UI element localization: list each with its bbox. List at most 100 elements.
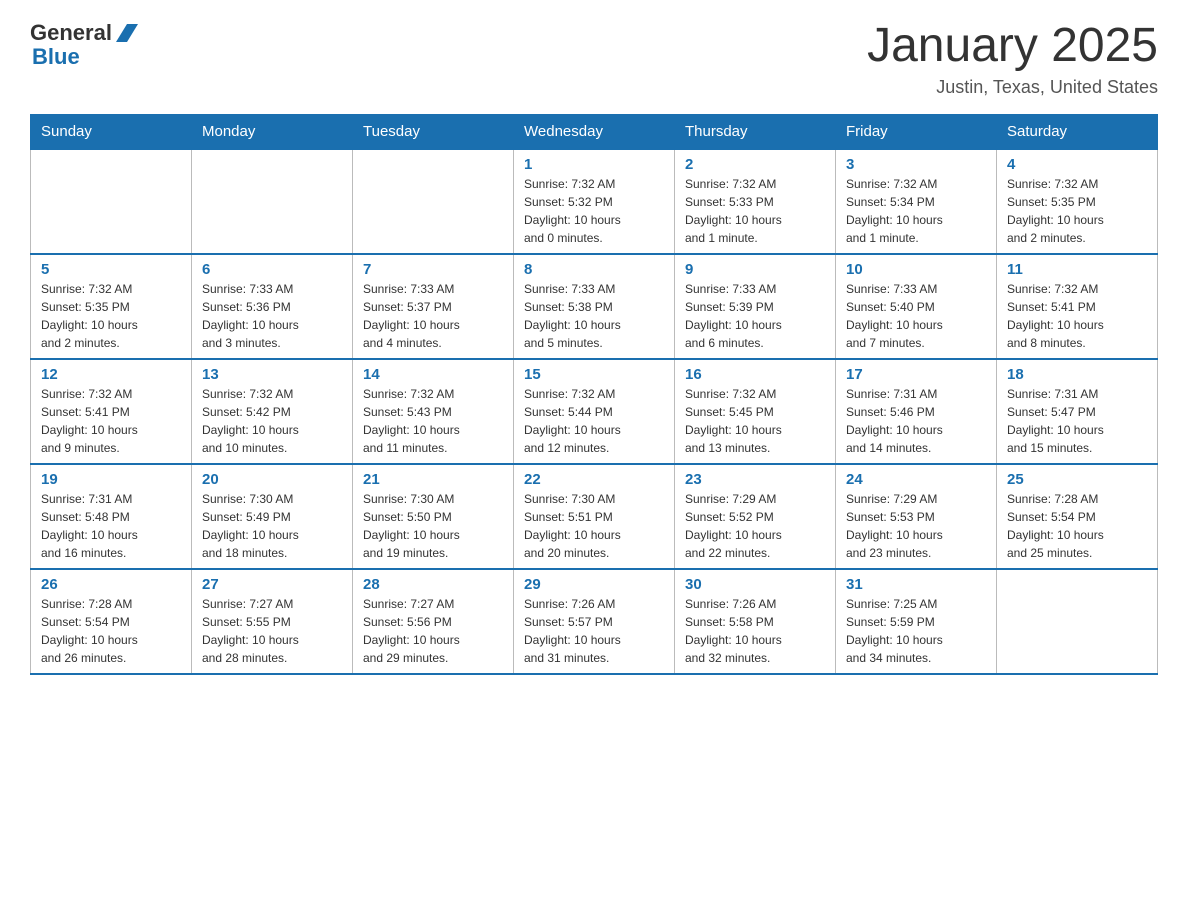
day-number: 17 bbox=[846, 366, 986, 383]
day-number: 8 bbox=[524, 261, 664, 278]
day-number: 25 bbox=[1007, 471, 1147, 488]
title-block: January 2025 Justin, Texas, United State… bbox=[867, 20, 1158, 98]
day-number: 27 bbox=[202, 576, 342, 593]
page-header: General Blue January 2025 Justin, Texas,… bbox=[30, 20, 1158, 98]
calendar-cell: 11 Sunrise: 7:32 AM Sunset: 5:41 PM Dayli… bbox=[997, 254, 1158, 359]
calendar-week-4: 19 Sunrise: 7:31 AM Sunset: 5:48 PM Dayli… bbox=[31, 464, 1158, 569]
calendar-cell: 18 Sunrise: 7:31 AM Sunset: 5:47 PM Dayli… bbox=[997, 359, 1158, 464]
calendar-header-saturday: Saturday bbox=[997, 114, 1158, 149]
day-number: 19 bbox=[41, 471, 181, 488]
calendar-cell bbox=[353, 149, 514, 254]
day-info: Sunrise: 7:32 AM Sunset: 5:32 PM Dayligh… bbox=[524, 175, 664, 247]
calendar-cell: 19 Sunrise: 7:31 AM Sunset: 5:48 PM Dayli… bbox=[31, 464, 192, 569]
logo-general: General bbox=[30, 20, 112, 46]
day-number: 29 bbox=[524, 576, 664, 593]
day-info: Sunrise: 7:33 AM Sunset: 5:38 PM Dayligh… bbox=[524, 280, 664, 352]
calendar-cell: 9 Sunrise: 7:33 AM Sunset: 5:39 PM Daylig… bbox=[675, 254, 836, 359]
day-number: 31 bbox=[846, 576, 986, 593]
day-number: 18 bbox=[1007, 366, 1147, 383]
calendar-cell: 29 Sunrise: 7:26 AM Sunset: 5:57 PM Dayli… bbox=[514, 569, 675, 674]
day-number: 20 bbox=[202, 471, 342, 488]
calendar-cell: 15 Sunrise: 7:32 AM Sunset: 5:44 PM Dayli… bbox=[514, 359, 675, 464]
day-info: Sunrise: 7:33 AM Sunset: 5:36 PM Dayligh… bbox=[202, 280, 342, 352]
calendar-cell: 28Sunrise: 7:27 AM Sunset: 5:56 PM Dayli… bbox=[353, 569, 514, 674]
day-info: Sunrise: 7:30 AM Sunset: 5:50 PM Dayligh… bbox=[363, 490, 503, 562]
day-info: Sunrise: 7:31 AM Sunset: 5:46 PM Dayligh… bbox=[846, 385, 986, 457]
day-info: Sunrise: 7:31 AM Sunset: 5:48 PM Dayligh… bbox=[41, 490, 181, 562]
day-number: 6 bbox=[202, 261, 342, 278]
day-number: 24 bbox=[846, 471, 986, 488]
month-title: January 2025 bbox=[867, 20, 1158, 73]
calendar-cell: 10 Sunrise: 7:33 AM Sunset: 5:40 PM Dayli… bbox=[836, 254, 997, 359]
calendar-cell: 17 Sunrise: 7:31 AM Sunset: 5:46 PM Dayli… bbox=[836, 359, 997, 464]
day-info: Sunrise: 7:27 AM Sunset: 5:55 PM Dayligh… bbox=[202, 595, 342, 667]
day-info: Sunrise: 7:33 AM Sunset: 5:37 PM Dayligh… bbox=[363, 280, 503, 352]
calendar-header-wednesday: Wednesday bbox=[514, 114, 675, 149]
calendar-header-row: SundayMondayTuesdayWednesdayThursdayFrid… bbox=[31, 114, 1158, 149]
day-info: Sunrise: 7:27 AM Sunset: 5:56 PM Dayligh… bbox=[363, 595, 503, 667]
day-info: Sunrise: 7:29 AM Sunset: 5:52 PM Dayligh… bbox=[685, 490, 825, 562]
calendar-week-1: 1Sunrise: 7:32 AM Sunset: 5:32 PM Daylig… bbox=[31, 149, 1158, 254]
day-info: Sunrise: 7:31 AM Sunset: 5:47 PM Dayligh… bbox=[1007, 385, 1147, 457]
day-number: 14 bbox=[363, 366, 503, 383]
day-info: Sunrise: 7:30 AM Sunset: 5:51 PM Dayligh… bbox=[524, 490, 664, 562]
day-number: 13 bbox=[202, 366, 342, 383]
day-number: 11 bbox=[1007, 261, 1147, 278]
day-info: Sunrise: 7:32 AM Sunset: 5:35 PM Dayligh… bbox=[1007, 175, 1147, 247]
day-info: Sunrise: 7:33 AM Sunset: 5:40 PM Dayligh… bbox=[846, 280, 986, 352]
day-info: Sunrise: 7:26 AM Sunset: 5:57 PM Dayligh… bbox=[524, 595, 664, 667]
calendar-cell: 20 Sunrise: 7:30 AM Sunset: 5:49 PM Dayli… bbox=[192, 464, 353, 569]
calendar-cell: 14 Sunrise: 7:32 AM Sunset: 5:43 PM Dayli… bbox=[353, 359, 514, 464]
day-info: Sunrise: 7:29 AM Sunset: 5:53 PM Dayligh… bbox=[846, 490, 986, 562]
day-number: 12 bbox=[41, 366, 181, 383]
day-info: Sunrise: 7:32 AM Sunset: 5:45 PM Dayligh… bbox=[685, 385, 825, 457]
calendar-cell: 27 Sunrise: 7:27 AM Sunset: 5:55 PM Dayli… bbox=[192, 569, 353, 674]
day-info: Sunrise: 7:32 AM Sunset: 5:43 PM Dayligh… bbox=[363, 385, 503, 457]
calendar-cell bbox=[31, 149, 192, 254]
day-info: Sunrise: 7:32 AM Sunset: 5:35 PM Dayligh… bbox=[41, 280, 181, 352]
calendar-cell: 22Sunrise: 7:30 AM Sunset: 5:51 PM Dayli… bbox=[514, 464, 675, 569]
day-info: Sunrise: 7:30 AM Sunset: 5:49 PM Dayligh… bbox=[202, 490, 342, 562]
calendar-week-2: 5Sunrise: 7:32 AM Sunset: 5:35 PM Daylig… bbox=[31, 254, 1158, 359]
calendar-cell: 2Sunrise: 7:32 AM Sunset: 5:33 PM Daylig… bbox=[675, 149, 836, 254]
calendar-cell bbox=[997, 569, 1158, 674]
day-number: 7 bbox=[363, 261, 503, 278]
day-number: 15 bbox=[524, 366, 664, 383]
calendar-cell: 6 Sunrise: 7:33 AM Sunset: 5:36 PM Daylig… bbox=[192, 254, 353, 359]
day-number: 4 bbox=[1007, 156, 1147, 173]
calendar-cell: 31 Sunrise: 7:25 AM Sunset: 5:59 PM Dayli… bbox=[836, 569, 997, 674]
calendar-cell: 24 Sunrise: 7:29 AM Sunset: 5:53 PM Dayli… bbox=[836, 464, 997, 569]
day-info: Sunrise: 7:28 AM Sunset: 5:54 PM Dayligh… bbox=[41, 595, 181, 667]
logo-blue: Blue bbox=[32, 44, 80, 70]
calendar-cell: 13 Sunrise: 7:32 AM Sunset: 5:42 PM Dayli… bbox=[192, 359, 353, 464]
day-number: 10 bbox=[846, 261, 986, 278]
calendar-week-3: 12 Sunrise: 7:32 AM Sunset: 5:41 PM Dayli… bbox=[31, 359, 1158, 464]
day-info: Sunrise: 7:32 AM Sunset: 5:41 PM Dayligh… bbox=[1007, 280, 1147, 352]
day-info: Sunrise: 7:26 AM Sunset: 5:58 PM Dayligh… bbox=[685, 595, 825, 667]
day-number: 9 bbox=[685, 261, 825, 278]
calendar-header-tuesday: Tuesday bbox=[353, 114, 514, 149]
calendar-cell: 30 Sunrise: 7:26 AM Sunset: 5:58 PM Dayli… bbox=[675, 569, 836, 674]
day-info: Sunrise: 7:32 AM Sunset: 5:42 PM Dayligh… bbox=[202, 385, 342, 457]
day-number: 30 bbox=[685, 576, 825, 593]
day-info: Sunrise: 7:32 AM Sunset: 5:44 PM Dayligh… bbox=[524, 385, 664, 457]
day-info: Sunrise: 7:32 AM Sunset: 5:33 PM Dayligh… bbox=[685, 175, 825, 247]
day-info: Sunrise: 7:28 AM Sunset: 5:54 PM Dayligh… bbox=[1007, 490, 1147, 562]
day-info: Sunrise: 7:32 AM Sunset: 5:41 PM Dayligh… bbox=[41, 385, 181, 457]
calendar-cell: 3 Sunrise: 7:32 AM Sunset: 5:34 PM Daylig… bbox=[836, 149, 997, 254]
day-info: Sunrise: 7:32 AM Sunset: 5:34 PM Dayligh… bbox=[846, 175, 986, 247]
calendar-cell: 5Sunrise: 7:32 AM Sunset: 5:35 PM Daylig… bbox=[31, 254, 192, 359]
day-number: 3 bbox=[846, 156, 986, 173]
calendar-cell: 21Sunrise: 7:30 AM Sunset: 5:50 PM Dayli… bbox=[353, 464, 514, 569]
day-info: Sunrise: 7:33 AM Sunset: 5:39 PM Dayligh… bbox=[685, 280, 825, 352]
calendar-cell: 16 Sunrise: 7:32 AM Sunset: 5:45 PM Dayli… bbox=[675, 359, 836, 464]
calendar-header-sunday: Sunday bbox=[31, 114, 192, 149]
calendar-header-thursday: Thursday bbox=[675, 114, 836, 149]
day-number: 16 bbox=[685, 366, 825, 383]
calendar-cell: 7 Sunrise: 7:33 AM Sunset: 5:37 PM Daylig… bbox=[353, 254, 514, 359]
day-info: Sunrise: 7:25 AM Sunset: 5:59 PM Dayligh… bbox=[846, 595, 986, 667]
location-title: Justin, Texas, United States bbox=[867, 77, 1158, 98]
calendar-cell: 12 Sunrise: 7:32 AM Sunset: 5:41 PM Dayli… bbox=[31, 359, 192, 464]
calendar-cell: 1Sunrise: 7:32 AM Sunset: 5:32 PM Daylig… bbox=[514, 149, 675, 254]
logo: General Blue bbox=[30, 20, 138, 70]
